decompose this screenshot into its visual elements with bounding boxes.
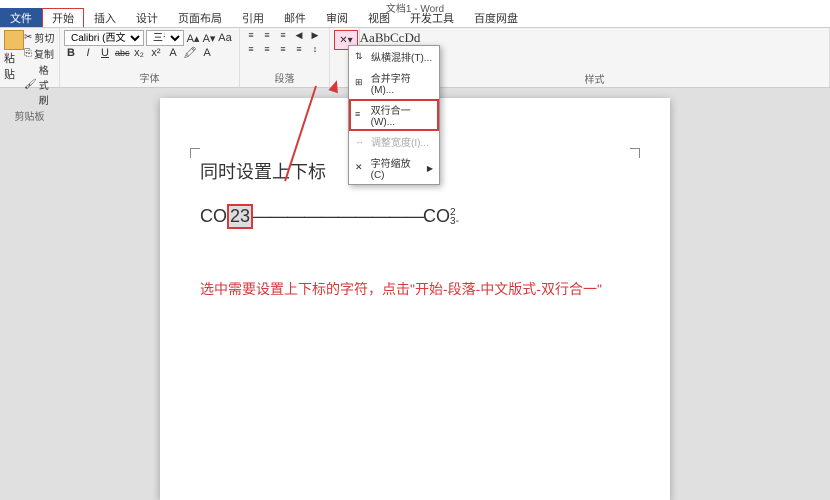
paste-label: 粘贴 — [4, 50, 24, 82]
bullets-button[interactable]: ≡ — [244, 30, 258, 44]
dd-vertical-text[interactable]: ⇅纵横混排(T)... — [349, 46, 439, 67]
change-case-button[interactable]: Aa — [218, 32, 232, 44]
vertical-icon: ⇅ — [355, 51, 367, 63]
two-lines-icon: ≡ — [355, 109, 367, 121]
grow-font-button[interactable]: A▴ — [186, 32, 200, 45]
align-left-button[interactable]: ≡ — [244, 44, 258, 58]
chevron-right-icon: ▶ — [427, 164, 433, 173]
indent-dec-button[interactable]: ◀ — [292, 30, 306, 44]
width-icon: ↔ — [355, 136, 367, 148]
paste-icon — [4, 30, 24, 50]
align-center-button[interactable]: ≡ — [260, 44, 274, 58]
paragraph-label: 段落 — [244, 70, 325, 85]
tab-references[interactable]: 引用 — [232, 8, 274, 27]
dd-combine-chars[interactable]: ⊞合并字符(M)... — [349, 67, 439, 99]
group-paragraph: ≡ ≡ ≡ ◀ ▶ ≡ ≡ ≡ ≡ ↕ 段落 — [240, 28, 330, 87]
text-effects-button[interactable]: A — [166, 47, 180, 59]
asian-layout-dropdown: ⇅纵横混排(T)... ⊞合并字符(M)... ≡双行合一(W)... ↔调整宽… — [348, 45, 440, 185]
numbering-button[interactable]: ≡ — [260, 30, 274, 44]
copy-button[interactable]: ⎘复制 — [24, 46, 55, 61]
dd-two-lines[interactable]: ≡双行合一(W)... — [349, 99, 439, 131]
instruction-text: 选中需要设置上下标的字符，点击"开始-段落-中文版式-双行合一" — [200, 279, 630, 299]
formula-sub: 3- — [450, 217, 459, 226]
tab-review[interactable]: 审阅 — [316, 8, 358, 27]
align-justify-button[interactable]: ≡ — [292, 44, 306, 58]
font-color-button[interactable]: A — [200, 47, 214, 59]
shrink-font-button[interactable]: A▾ — [202, 32, 216, 45]
tab-insert[interactable]: 插入 — [84, 8, 126, 27]
tab-design[interactable]: 设计 — [126, 8, 168, 27]
align-right-button[interactable]: ≡ — [276, 44, 290, 58]
dd-char-scale[interactable]: ✕字符缩放(C)▶ — [349, 152, 439, 184]
cut-button[interactable]: ✂剪切 — [24, 30, 55, 45]
group-font: Calibri (西文) 三号 A▴ A▾ Aa B I U abc x₂ x²… — [60, 28, 240, 87]
selected-text[interactable]: 23 — [227, 204, 253, 229]
bold-button[interactable]: B — [64, 47, 78, 59]
formula-dashes: —————————— — [253, 206, 423, 227]
formula-suffix: CO — [423, 206, 450, 227]
italic-button[interactable]: I — [81, 47, 95, 59]
tab-developer[interactable]: 开发工具 — [400, 8, 464, 27]
line-spacing-button[interactable]: ↕ — [308, 44, 322, 58]
tab-layout[interactable]: 页面布局 — [168, 8, 232, 27]
multilevel-button[interactable]: ≡ — [276, 30, 290, 44]
margin-corner-tr — [630, 148, 640, 158]
subscript-button[interactable]: x₂ — [132, 47, 146, 59]
title-bar: 文档1 - Word — [0, 0, 830, 8]
highlight-button[interactable]: 🖍 — [183, 46, 197, 59]
tab-baidu[interactable]: 百度网盘 — [464, 8, 528, 27]
dd-adjust-width: ↔调整宽度(I)... — [349, 131, 439, 152]
clipboard-label: 剪贴板 — [4, 108, 55, 123]
tab-view[interactable]: 视图 — [358, 8, 400, 27]
scissors-icon: ✂ — [24, 32, 32, 43]
underline-button[interactable]: U — [98, 47, 112, 59]
ribbon-tabs: 文件 开始 插入 设计 页面布局 引用 邮件 审阅 视图 开发工具 百度网盘 — [0, 8, 830, 28]
font-label: 字体 — [64, 70, 235, 85]
font-size-select[interactable]: 三号 — [146, 30, 184, 46]
combine-icon: ⊞ — [355, 77, 367, 89]
scale-icon: ✕ — [355, 162, 367, 174]
formula-line[interactable]: CO23——————————CO23- — [200, 204, 630, 229]
formula-prefix: CO — [200, 206, 227, 227]
brush-icon: 🖌 — [24, 79, 37, 90]
superscript-button[interactable]: x² — [149, 47, 163, 59]
group-clipboard: 粘贴 ✂剪切 ⎘复制 🖌格式刷 剪贴板 — [0, 28, 60, 87]
font-family-select[interactable]: Calibri (西文) — [64, 30, 144, 46]
margin-corner-tl — [190, 148, 200, 158]
strike-button[interactable]: abc — [115, 48, 129, 58]
format-painter-button[interactable]: 🖌格式刷 — [24, 62, 55, 107]
paste-button[interactable]: 粘贴 — [4, 30, 24, 108]
indent-inc-button[interactable]: ▶ — [308, 30, 322, 44]
tab-file[interactable]: 文件 — [0, 8, 42, 27]
tab-home[interactable]: 开始 — [42, 8, 84, 27]
copy-icon: ⎘ — [24, 48, 32, 59]
tab-mailings[interactable]: 邮件 — [274, 8, 316, 27]
